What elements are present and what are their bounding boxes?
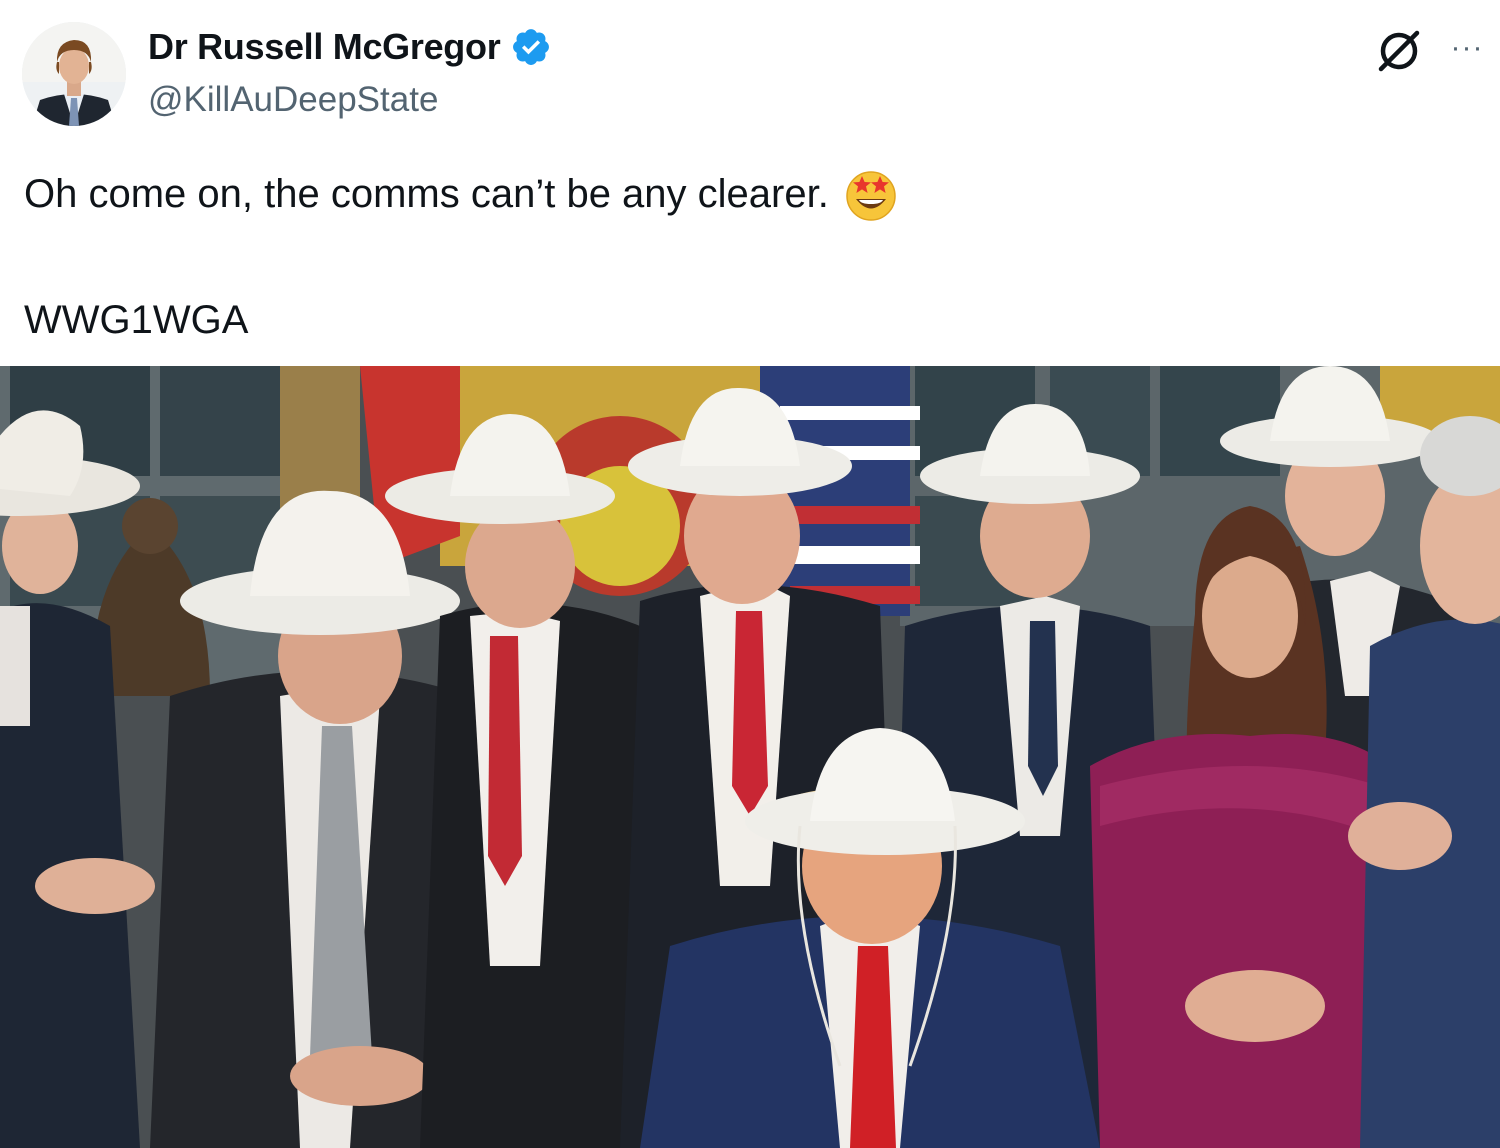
grok-icon[interactable]: [1372, 24, 1426, 78]
more-options-icon[interactable]: ···: [1444, 28, 1490, 68]
avatar[interactable]: [22, 22, 126, 126]
verified-badge-icon: [510, 26, 552, 68]
tweet-text-line-2: WWG1WGA: [24, 298, 249, 342]
author-handle[interactable]: @KillAuDeepState: [148, 80, 438, 120]
star-struck-emoji-icon: [843, 166, 899, 222]
photo-illustration: [0, 366, 1500, 1148]
tweet-card: Dr Russell McGregor @KillAuDeepState ···…: [0, 0, 1500, 1148]
tweet-media-photo[interactable]: [0, 366, 1500, 1148]
tweet-header: Dr Russell McGregor @KillAuDeepState ···: [0, 0, 1500, 140]
author-name-row: Dr Russell McGregor: [148, 26, 552, 68]
tweet-text-line-1: Oh come on, the comms can’t be any clear…: [24, 172, 829, 216]
tweet-text-line: Oh come on, the comms can’t be any clear…: [24, 166, 1464, 222]
tweet-text: Oh come on, the comms can’t be any clear…: [24, 166, 1464, 342]
tweet-text-line: WWG1WGA: [24, 294, 248, 346]
author-display-name[interactable]: Dr Russell McGregor: [148, 26, 501, 68]
avatar-image: [22, 22, 126, 126]
